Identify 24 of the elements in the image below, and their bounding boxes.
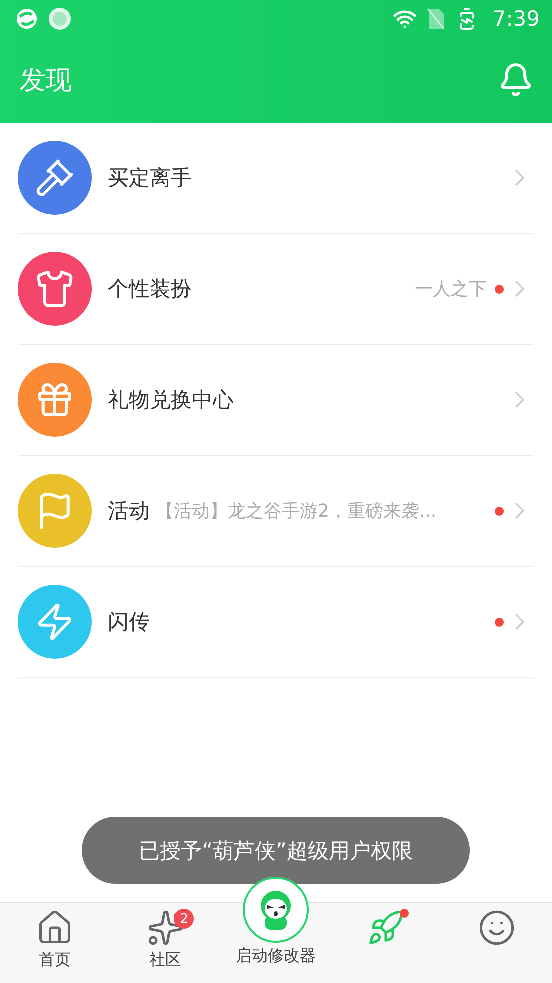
item-title: 礼物兑换中心: [108, 387, 234, 414]
list-item[interactable]: 个性装扮 一人之下: [18, 234, 534, 345]
list-item[interactable]: 活动 【活动】龙之谷手游2，重磅来袭...: [18, 456, 534, 567]
no-sim-icon: [426, 8, 445, 30]
status-time: 7:39: [492, 6, 540, 30]
item-subtitle: 【活动】龙之谷手游2，重磅来袭...: [156, 500, 437, 523]
item-title: 买定离手: [108, 165, 192, 192]
list-item[interactable]: 买定离手: [18, 123, 534, 234]
count-badge: 2: [174, 909, 194, 929]
item-title: 闪传: [108, 609, 150, 636]
item-subtitle: 一人之下: [415, 278, 487, 301]
smiley-icon: [478, 909, 516, 947]
community-tab[interactable]: 社区 2: [110, 903, 221, 983]
rocket-icon: [367, 909, 406, 947]
home-tab[interactable]: 首页: [0, 903, 110, 983]
item-title: 个性装扮: [108, 276, 192, 303]
bell-icon[interactable]: [498, 62, 534, 98]
page-title: 发现: [20, 64, 72, 98]
list-item[interactable]: 礼物兑换中心: [18, 345, 534, 456]
item-title: 活动: [108, 498, 150, 525]
toast-message: 已授予“葫芦侠”超级用户权限: [82, 817, 470, 884]
app-icon: [48, 6, 72, 30]
app-icon: [16, 8, 38, 30]
list-item[interactable]: 闪传: [18, 567, 534, 678]
